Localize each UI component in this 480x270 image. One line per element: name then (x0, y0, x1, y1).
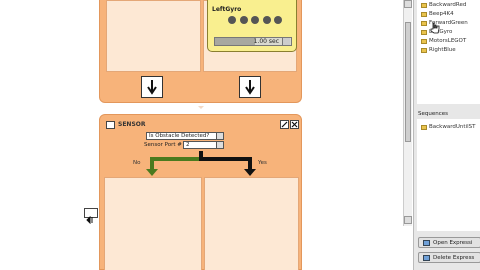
hand-cursor-icon (430, 22, 440, 34)
sensor-edit-button[interactable] (280, 120, 289, 129)
library-item-label: BackwardRed (429, 2, 467, 8)
folder-icon (421, 2, 427, 8)
scroll-thumb[interactable] (405, 22, 411, 142)
condition-select[interactable]: Is Obstacle Detected? (146, 132, 224, 140)
duration-fill (215, 38, 255, 45)
sequences-label: Sequences (418, 111, 448, 117)
motor-icon (262, 16, 271, 24)
sequence-item-label: BackwardUntilST (429, 124, 476, 130)
library-item[interactable]: RightBlue (421, 46, 456, 54)
resize-handle-icon (86, 215, 93, 225)
motor-icon (251, 16, 259, 24)
top-lane-left[interactable] (106, 0, 201, 72)
motor-icon (228, 16, 236, 24)
motor-icon (274, 16, 282, 24)
close-icon (291, 121, 298, 128)
library-item-label: RightBlue (429, 47, 456, 53)
library-item[interactable]: Beep4K4 (421, 10, 454, 18)
delete-button-label: Delete Express (433, 254, 475, 261)
vertical-scrollbar[interactable] (403, 0, 412, 226)
sequence-item[interactable]: BackwardUntilST (421, 124, 475, 130)
down-arrow-button-right[interactable] (239, 76, 261, 98)
sensor-close-button[interactable] (290, 120, 299, 129)
library-item-label: Beep4K4 (429, 11, 454, 17)
side-tool-button[interactable] (84, 208, 98, 225)
folder-icon (421, 29, 427, 35)
no-branch-arrowhead (146, 169, 158, 176)
sensor-icon (106, 121, 115, 129)
left-strip (0, 0, 86, 270)
pencil-icon (281, 121, 288, 128)
folder-icon (421, 20, 427, 26)
workspace-canvas[interactable]: LeftGyro 1.00 sec SENSOR Is Obstacle Det… (0, 0, 412, 270)
connector-triangle (198, 106, 204, 109)
folder-icon (421, 47, 427, 53)
condition-dropdown[interactable] (216, 133, 223, 139)
condition-value: Is Obstacle Detected? (149, 133, 210, 139)
duration-value: 1.00 sec (253, 38, 279, 45)
open-button-label: Open Expressi (433, 239, 473, 246)
library-item[interactable]: BackwardRed (421, 1, 466, 9)
folder-icon (421, 11, 427, 17)
gyro-motor-icons (228, 16, 282, 25)
yes-branch-lane[interactable] (204, 177, 299, 270)
yes-branch-line (199, 151, 252, 171)
duration-field[interactable]: 1.00 sec (214, 37, 292, 46)
open-icon (423, 239, 430, 246)
library-item[interactable]: ForwardGreen (421, 19, 468, 27)
folder-icon (421, 124, 427, 130)
sensor-decision-block[interactable]: SENSOR Is Obstacle Detected? Sensor Port… (99, 114, 302, 270)
sensor-title: SENSOR (118, 121, 146, 128)
down-arrow-button-left[interactable] (141, 76, 163, 98)
library-item-label: MotorsLEGOT (429, 38, 467, 44)
library-item[interactable]: MotorsLEGOT (421, 37, 466, 45)
port-value: 2 (186, 142, 190, 148)
branch-connectors (146, 151, 256, 176)
library-list[interactable]: BackwardRed Beep4K4 ForwardGreen LeftGyr… (417, 0, 480, 104)
motor-icon (239, 16, 248, 24)
scroll-down-button[interactable] (404, 216, 412, 224)
scroll-up-button[interactable] (404, 0, 412, 8)
delete-icon (423, 254, 430, 261)
gyro-title: LeftGyro (212, 6, 242, 13)
folder-icon (421, 38, 427, 44)
port-dropdown[interactable] (216, 142, 223, 148)
duration-dropdown[interactable] (282, 38, 290, 45)
no-branch-lane[interactable] (104, 177, 202, 270)
sensor-header: SENSOR (104, 120, 299, 130)
gyro-action-card[interactable]: LeftGyro 1.00 sec (207, 0, 297, 52)
open-expression-button[interactable]: Open Expressi (418, 237, 480, 248)
delete-expression-button[interactable]: Delete Express (418, 252, 480, 263)
sequences-list[interactable]: BackwardUntilST (417, 119, 480, 231)
no-branch-line (150, 151, 203, 171)
down-arrow-icon (245, 80, 255, 95)
port-select[interactable]: 2 (183, 141, 224, 149)
down-arrow-icon (147, 80, 157, 95)
yes-branch-arrowhead (244, 169, 256, 176)
right-sidebar: BackwardRed Beep4K4 ForwardGreen LeftGyr… (413, 0, 480, 270)
port-label: Sensor Port # (144, 142, 182, 148)
